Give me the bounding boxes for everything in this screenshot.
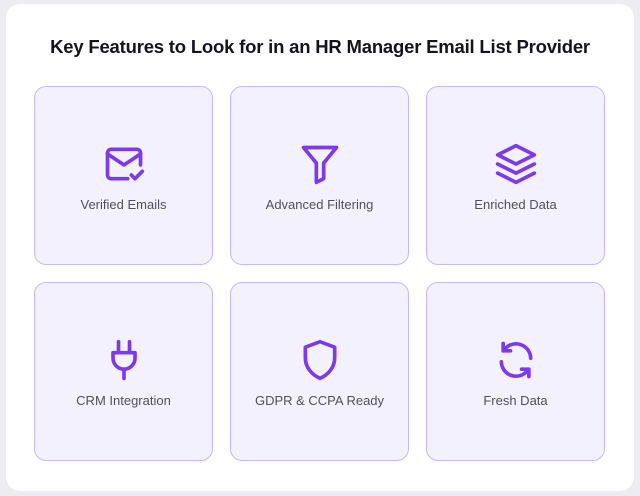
feature-label: CRM Integration: [76, 393, 171, 408]
filter-icon: [231, 142, 408, 186]
page-title: Key Features to Look for in an HR Manage…: [50, 36, 590, 57]
refresh-icon: [427, 338, 604, 382]
feature-tile-enriched-data: Enriched Data: [426, 86, 605, 265]
feature-tile-fresh-data: Fresh Data: [426, 282, 605, 461]
feature-grid: Verified Emails Advanced Filtering Enric…: [34, 86, 606, 461]
shield-icon: [231, 338, 408, 382]
feature-tile-gdpr-ccpa-ready: GDPR & CCPA Ready: [230, 282, 409, 461]
feature-label: Enriched Data: [474, 197, 557, 212]
feature-label: GDPR & CCPA Ready: [254, 393, 385, 408]
feature-label: Fresh Data: [483, 393, 548, 408]
plug-icon: [35, 338, 212, 382]
feature-label: Verified Emails: [80, 197, 167, 212]
feature-tile-verified-emails: Verified Emails: [34, 86, 213, 265]
feature-tile-advanced-filtering: Advanced Filtering: [230, 86, 409, 265]
feature-label: Advanced Filtering: [265, 197, 374, 212]
mail-check-icon: [35, 142, 212, 186]
features-card: Key Features to Look for in an HR Manage…: [6, 4, 634, 491]
layers-icon: [427, 142, 604, 186]
feature-tile-crm-integration: CRM Integration: [34, 282, 213, 461]
